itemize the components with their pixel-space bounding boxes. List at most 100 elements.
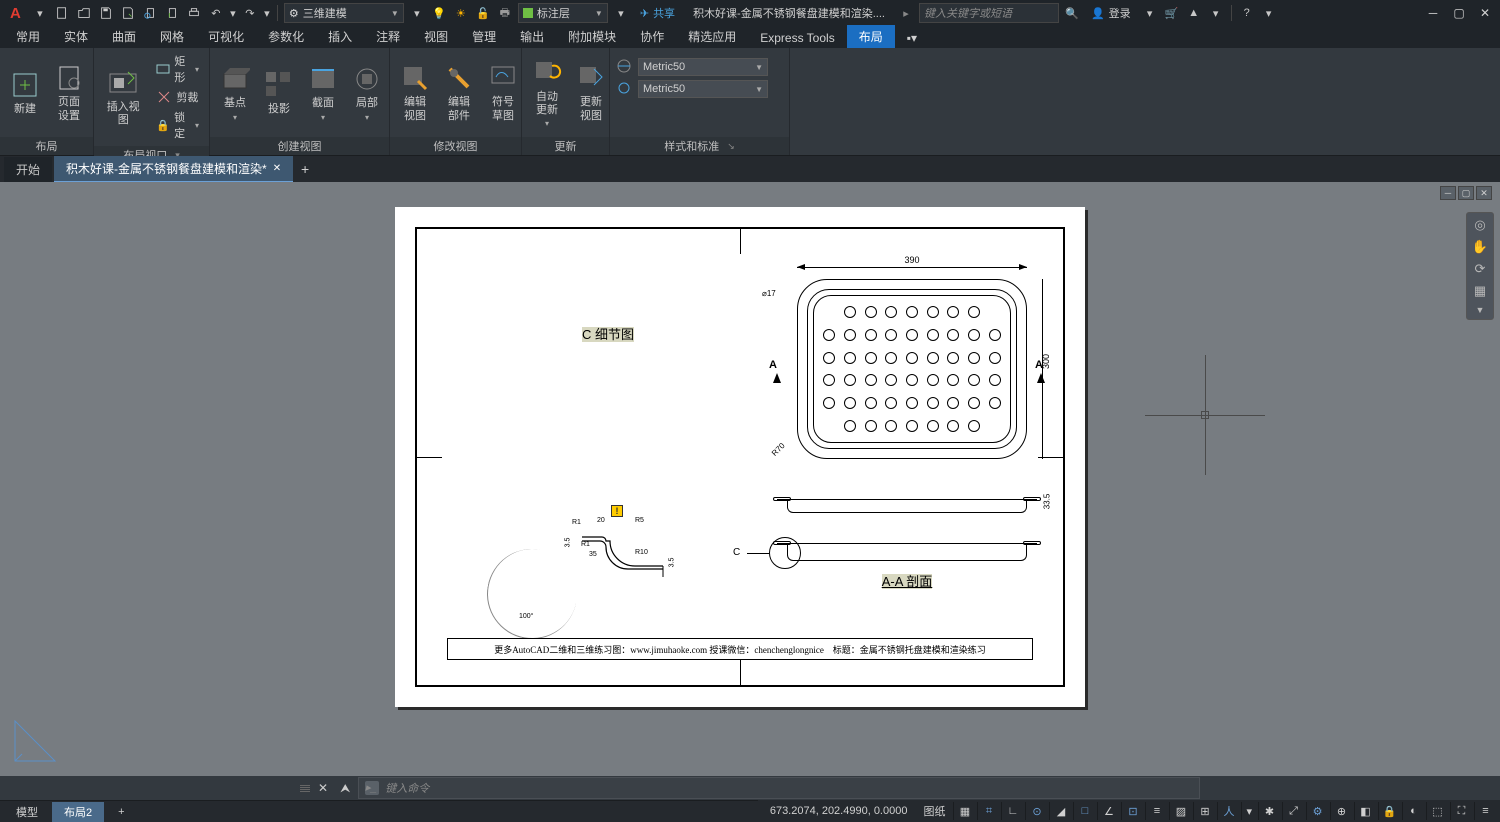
style-icon-2[interactable] (616, 80, 634, 98)
insert-view-button[interactable]: 插入视图 (100, 65, 146, 129)
login-dropdown-icon[interactable]: ▾ (1141, 4, 1159, 22)
sb-polar-icon[interactable]: ⊙ (1025, 802, 1047, 820)
close-button[interactable]: ✕ (1474, 3, 1496, 23)
tab-close-icon[interactable]: ✕ (273, 163, 281, 174)
qat-dropdown-icon[interactable]: ▾ (408, 4, 426, 22)
sb-ws-icon[interactable]: ⚙ (1306, 802, 1328, 820)
vp-rect-button[interactable]: 矩形▾ (152, 52, 203, 86)
tab-manage[interactable]: 管理 (460, 25, 508, 48)
tab-home[interactable]: 常用 (4, 25, 52, 48)
layer-select[interactable]: 标注层 ▼ (518, 3, 608, 23)
sb-hardware-icon[interactable]: ⬚ (1426, 802, 1448, 820)
update-view-button[interactable]: 更新 视图 (572, 60, 610, 124)
sb-cycle-icon[interactable]: ⊞ (1193, 802, 1215, 820)
sb-clean-icon[interactable]: ⛶ (1450, 802, 1472, 820)
sb-lwt-icon[interactable]: ≡ (1145, 802, 1167, 820)
section-button[interactable]: 截面▾ (304, 61, 342, 123)
nav-cube-icon[interactable]: ▦ (1474, 283, 1486, 299)
sb-isolate-icon[interactable]: ◐ (1402, 802, 1424, 820)
sun-icon[interactable]: ☀ (452, 4, 470, 22)
new-layout-button[interactable]: 新建 (6, 67, 44, 118)
minimize-button[interactable]: ─ (1422, 3, 1444, 23)
tab-express[interactable]: Express Tools (748, 28, 846, 48)
app-logo[interactable]: A (4, 5, 27, 22)
redo-dropdown-icon[interactable]: ▾ (263, 4, 271, 22)
sb-grid-icon[interactable]: ▦ (953, 802, 975, 820)
tab-start[interactable]: 开始 (4, 157, 52, 182)
tab-layout[interactable]: 布局 (847, 25, 895, 48)
sb-autoscale-icon[interactable]: ⤢ (1282, 802, 1304, 820)
layout2-tab[interactable]: 布局2 (52, 802, 104, 822)
nav-wheel-icon[interactable]: ◎ (1474, 217, 1485, 233)
login-button[interactable]: 👤 登录 (1085, 5, 1137, 21)
search-icon[interactable]: 🔍 (1063, 4, 1081, 22)
paperspace-toggle[interactable]: 图纸 (917, 803, 951, 819)
drawing-canvas[interactable]: ─ ▢ ✕ 390 ⌀17 R70 30 (0, 182, 1500, 776)
sb-units-icon[interactable]: ◧ (1354, 802, 1376, 820)
search-input[interactable]: 键入关键字或短语 (919, 3, 1059, 23)
vp-minimize-button[interactable]: ─ (1440, 186, 1456, 200)
nav-chevron-icon[interactable]: ▼ (1476, 305, 1485, 315)
ucs-icon[interactable] (10, 716, 60, 766)
page-setup-button[interactable]: 页面 设置 (50, 60, 88, 124)
projection-button[interactable]: 投影 (260, 67, 298, 118)
layer-plot-icon[interactable]: 🖶 (496, 4, 514, 22)
sb-osnap-icon[interactable]: □ (1073, 802, 1095, 820)
sb-customize-icon[interactable]: ≡ (1474, 802, 1496, 820)
auto-update-button[interactable]: 自动 更新▾ (528, 55, 566, 130)
web-save-icon[interactable] (163, 4, 181, 22)
maximize-button[interactable]: ▢ (1448, 3, 1470, 23)
menu-dropdown-icon[interactable]: ▾ (31, 4, 49, 22)
edit-comp-button[interactable]: 编辑 部件 (440, 60, 478, 124)
lock-layer-icon[interactable]: 🔓 (474, 4, 492, 22)
help-icon[interactable]: ? (1238, 4, 1256, 22)
redo-icon[interactable]: ↷ (241, 4, 259, 22)
section-style-select[interactable]: Metric50▼ (638, 58, 768, 76)
vp-clip-button[interactable]: 剪裁 (152, 88, 203, 106)
layer-dropdown-icon[interactable]: ▾ (612, 4, 630, 22)
sb-annovisibility-icon[interactable]: ✱ (1258, 802, 1280, 820)
tab-visualize[interactable]: 可视化 (196, 25, 256, 48)
help-dropdown-icon[interactable]: ▾ (1260, 4, 1278, 22)
sb-annoscale-icon[interactable]: 人 (1217, 802, 1239, 820)
tab-view[interactable]: 视图 (412, 25, 460, 48)
style-icon-1[interactable] (616, 58, 634, 76)
nav-pan-icon[interactable]: ✋ (1472, 239, 1488, 255)
sb-transparency-icon[interactable]: ▨ (1169, 802, 1191, 820)
edit-view-button[interactable]: 编辑 视图 (396, 60, 434, 124)
sb-iso-icon[interactable]: ◢ (1049, 802, 1071, 820)
sb-snap2-icon[interactable]: ∠ (1097, 802, 1119, 820)
title-chevron-icon[interactable]: ▸ (897, 4, 915, 22)
sb-monitor-icon[interactable]: ⊕ (1330, 802, 1352, 820)
symbol-sketch-button[interactable]: 符号 草图 (484, 60, 522, 124)
undo-icon[interactable]: ↶ (207, 4, 225, 22)
sb-ortho-icon[interactable]: ∟ (1001, 802, 1023, 820)
cmdline-history-icon[interactable]: ⮝ (336, 781, 354, 796)
plot-icon[interactable] (185, 4, 203, 22)
saveas-icon[interactable] (119, 4, 137, 22)
tab-collaborate[interactable]: 协作 (628, 25, 676, 48)
tab-document[interactable]: 积木好课-金属不锈钢餐盘建模和渲染* ✕ (54, 156, 293, 183)
tab-insert[interactable]: 插入 (316, 25, 364, 48)
share-button[interactable]: ✈ 共享 (634, 5, 681, 21)
vp-close-button[interactable]: ✕ (1476, 186, 1492, 200)
open-icon[interactable] (75, 4, 93, 22)
save-icon[interactable] (97, 4, 115, 22)
vp-lock-button[interactable]: 🔒锁定▾ (152, 108, 203, 142)
cart-icon[interactable]: 🛒 (1163, 4, 1181, 22)
web-open-icon[interactable] (141, 4, 159, 22)
cmdline-close-icon[interactable]: ✕ (314, 781, 332, 795)
coordinate-display[interactable]: 673.2074, 202.4990, 0.0000 (762, 805, 916, 817)
vp-maximize-button[interactable]: ▢ (1458, 186, 1474, 200)
workspace-select[interactable]: ⚙ 三维建模 ▼ (284, 3, 404, 23)
tab-extra-icon[interactable]: ▪▾ (895, 28, 929, 48)
base-view-button[interactable]: 基点▾ (216, 61, 254, 123)
tab-solid[interactable]: 实体 (52, 25, 100, 48)
detail-style-select[interactable]: Metric50▼ (638, 80, 768, 98)
undo-dropdown-icon[interactable]: ▾ (229, 4, 237, 22)
tab-output[interactable]: 输出 (508, 25, 556, 48)
sb-snap-icon[interactable]: ⌗ (977, 802, 999, 820)
sb-otrack-icon[interactable]: ⊡ (1121, 802, 1143, 820)
cmdline-grip[interactable] (300, 785, 310, 792)
sb-lock-ui-icon[interactable]: 🔒 (1378, 802, 1400, 820)
